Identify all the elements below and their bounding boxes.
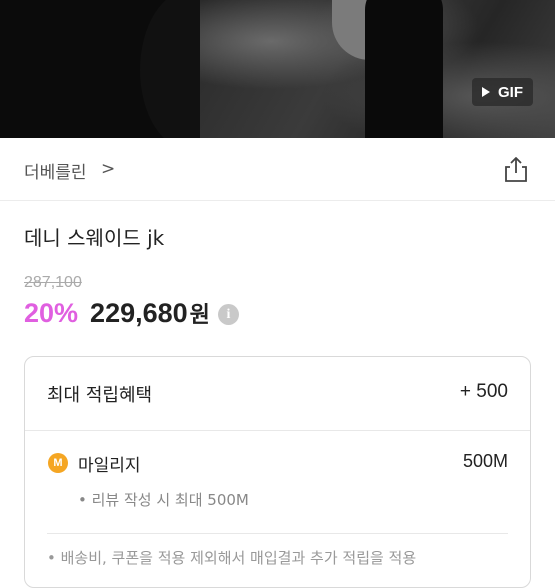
brand-row[interactable]: 더베를린 > bbox=[0, 138, 555, 201]
benefit-box: 최대 적립혜택 + 500 M 마일리지 500M • 리뷰 작성 시 최대 5… bbox=[24, 356, 531, 588]
gif-label: GIF bbox=[498, 83, 523, 101]
gif-badge[interactable]: GIF bbox=[472, 78, 533, 106]
discount-rate: 20% bbox=[24, 297, 79, 328]
sale-price: 229,680 bbox=[90, 297, 188, 328]
price-row: 20% 229,680 원 i bbox=[24, 297, 239, 329]
product-image[interactable]: GIF bbox=[0, 0, 555, 138]
mileage-value: 500M bbox=[462, 451, 508, 471]
info-icon[interactable]: i bbox=[217, 304, 239, 325]
chevron-right-icon[interactable]: > bbox=[101, 159, 115, 179]
mileage-label: 마일리지 bbox=[78, 456, 141, 476]
benefit-title: 최대 적립혜택 bbox=[47, 385, 153, 406]
play-triangle-icon bbox=[482, 87, 490, 97]
image-boot bbox=[365, 0, 443, 138]
benefit-extra-note: • 배송비, 쿠폰을 적용 제외해서 매입결과 추가 적립을 적용 bbox=[47, 549, 417, 567]
mileage-note: • 리뷰 작성 시 최대 500M bbox=[78, 491, 249, 509]
benefit-header[interactable]: 최대 적립혜택 + 500 bbox=[25, 357, 530, 431]
share-icon[interactable] bbox=[503, 155, 529, 183]
benefit-total: + 500 bbox=[459, 381, 508, 402]
brand-name[interactable]: 더베를린 bbox=[24, 158, 87, 183]
product-title: 데니 스웨이드 jk bbox=[24, 226, 165, 250]
price-unit: 원 bbox=[189, 303, 210, 328]
original-price: 287,100 bbox=[24, 274, 82, 291]
divider bbox=[47, 533, 508, 534]
mileage-coin-icon: M bbox=[48, 453, 68, 473]
